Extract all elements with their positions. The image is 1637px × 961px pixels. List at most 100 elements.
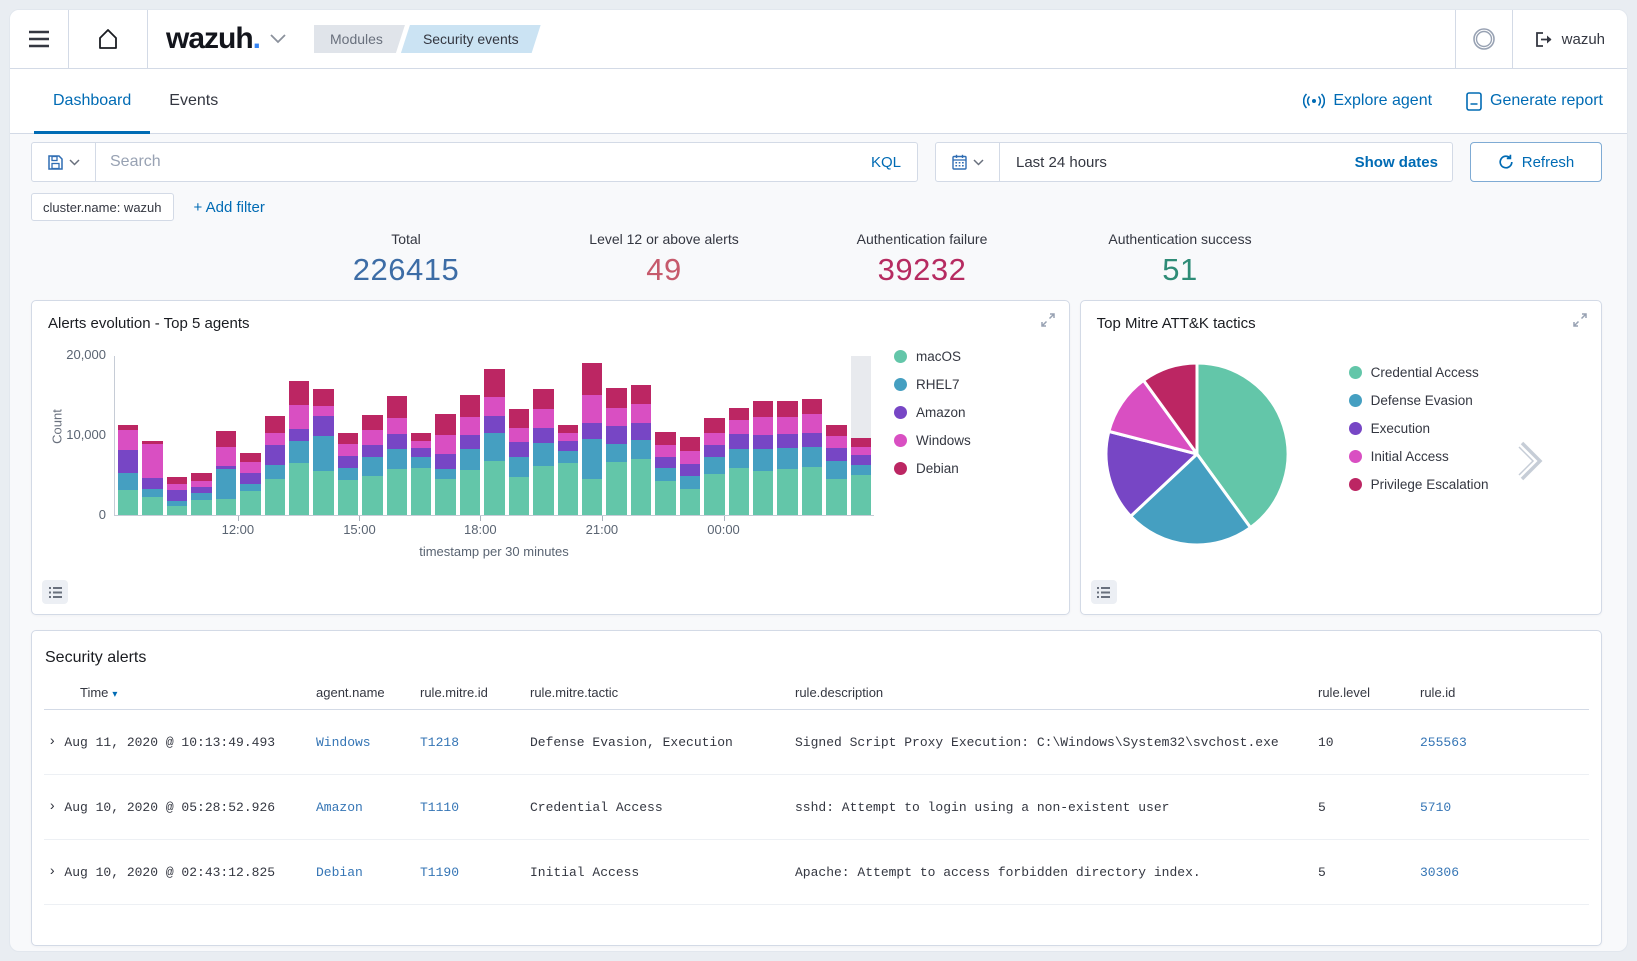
bar-segment-macOS[interactable] (631, 459, 651, 515)
bar-segment-Windows[interactable] (533, 409, 553, 428)
bar-segment-Amazon[interactable] (753, 435, 773, 449)
bar-segment-macOS[interactable] (118, 490, 138, 515)
bar-segment-Windows[interactable] (411, 441, 431, 448)
bar-segment-Windows[interactable] (460, 417, 480, 435)
tab-dashboard[interactable]: Dashboard (34, 69, 150, 133)
legend-item[interactable]: Execution (1349, 421, 1489, 436)
bar-segment-RHEL7[interactable] (460, 449, 480, 471)
bar-segment-macOS[interactable] (435, 479, 455, 515)
health-status-button[interactable] (1456, 10, 1512, 68)
stacked-bar[interactable] (509, 356, 529, 515)
bar-segment-Windows[interactable] (216, 447, 236, 466)
bar-segment-Debian[interactable] (411, 433, 431, 440)
bar-segment-Debian[interactable] (704, 418, 724, 432)
stacked-bar[interactable] (362, 356, 382, 515)
bar-segment-Windows[interactable] (313, 406, 333, 416)
bar-segment-RHEL7[interactable] (289, 441, 309, 463)
row-expand-caret[interactable]: › (48, 864, 56, 880)
bar-segment-Debian[interactable] (289, 381, 309, 404)
bar-segment-Amazon[interactable] (265, 445, 285, 464)
stacked-bar[interactable] (191, 356, 211, 515)
bar-segment-macOS[interactable] (704, 474, 724, 515)
bar-segment-Windows[interactable] (606, 408, 626, 426)
bar-segment-RHEL7[interactable] (191, 493, 211, 500)
expand-icon[interactable] (1572, 312, 1588, 328)
bar-segment-Debian[interactable] (631, 385, 651, 403)
bar-segment-Windows[interactable] (680, 451, 700, 464)
bar-segment-RHEL7[interactable] (533, 443, 553, 466)
bar-segment-RHEL7[interactable] (313, 436, 333, 471)
legend-item[interactable]: Credential Access (1349, 365, 1489, 380)
bar-segment-Amazon[interactable] (655, 457, 675, 467)
bar-segment-Amazon[interactable] (289, 429, 309, 441)
bar-segment-macOS[interactable] (289, 463, 309, 515)
bar-segment-Amazon[interactable] (142, 478, 162, 488)
legend-item[interactable]: Initial Access (1349, 449, 1489, 464)
bar-segment-Windows[interactable] (826, 436, 846, 448)
bar-segment-RHEL7[interactable] (142, 489, 162, 497)
legend-item[interactable]: Debian (894, 461, 971, 476)
bar-segment-Windows[interactable] (631, 404, 651, 423)
bar-segment-Windows[interactable] (777, 417, 797, 435)
stacked-bar[interactable] (704, 356, 724, 515)
stacked-bar[interactable] (558, 356, 578, 515)
stacked-bar[interactable] (655, 356, 675, 515)
bar-segment-RHEL7[interactable] (411, 457, 431, 468)
bar-segment-macOS[interactable] (826, 479, 846, 515)
bar-segment-macOS[interactable] (240, 491, 260, 515)
bar-segment-Amazon[interactable] (338, 456, 358, 468)
explore-agent-button[interactable]: Explore agent (1303, 92, 1432, 110)
bar-segment-Amazon[interactable] (240, 473, 260, 483)
bar-segment-Debian[interactable] (729, 408, 749, 420)
column-agent-name[interactable]: agent.name (316, 685, 420, 700)
bar-segment-RHEL7[interactable] (826, 461, 846, 479)
stacked-bar[interactable] (802, 356, 822, 515)
bar-segment-RHEL7[interactable] (680, 476, 700, 490)
stacked-bar[interactable] (680, 356, 700, 515)
bar-segment-Amazon[interactable] (631, 423, 651, 440)
bar-segment-Amazon[interactable] (362, 445, 382, 457)
legend-item[interactable]: Privilege Escalation (1349, 477, 1489, 492)
legend-item[interactable]: RHEL7 (894, 377, 971, 392)
panel-inspect-button[interactable] (1091, 580, 1117, 604)
stacked-bar[interactable] (777, 356, 797, 515)
cell-mitre-id-link[interactable]: T1110 (420, 800, 530, 815)
bar-segment-Windows[interactable] (582, 395, 602, 423)
bar-segment-macOS[interactable] (142, 497, 162, 515)
bar-segment-Amazon[interactable] (435, 454, 455, 468)
stacked-bar[interactable] (167, 356, 187, 515)
bar-segment-macOS[interactable] (729, 468, 749, 515)
bar-segment-Windows[interactable] (655, 445, 675, 458)
stacked-bar[interactable] (631, 356, 651, 515)
bar-segment-RHEL7[interactable] (338, 468, 358, 480)
column-rule-id[interactable]: rule.id (1420, 685, 1589, 700)
cell-rule-id-link[interactable]: 30306 (1420, 865, 1589, 880)
bar-segment-Amazon[interactable] (533, 428, 553, 443)
bar-segment-Amazon[interactable] (167, 490, 187, 501)
wazuh-logo[interactable]: wazuh. (148, 10, 300, 68)
pie-chart[interactable] (1102, 359, 1292, 549)
stacked-bar[interactable] (753, 356, 773, 515)
bar-segment-Windows[interactable] (338, 444, 358, 456)
bar-segment-Debian[interactable] (826, 425, 846, 435)
saved-query-button[interactable] (32, 143, 96, 181)
bar-segment-Debian[interactable] (606, 388, 626, 408)
stacked-bar[interactable] (313, 356, 333, 515)
cell-agent-name-link[interactable]: Amazon (316, 800, 420, 815)
stacked-bar[interactable] (142, 356, 162, 515)
bar-segment-Amazon[interactable] (826, 448, 846, 462)
cell-agent-name-link[interactable]: Windows (316, 735, 420, 750)
bar-segment-Debian[interactable] (362, 415, 382, 430)
stacked-bar[interactable] (533, 356, 553, 515)
bar-segment-Windows[interactable] (509, 428, 529, 442)
bar-segment-macOS[interactable] (509, 477, 529, 515)
time-range-value[interactable]: Last 24 hours (1000, 154, 1341, 171)
stacked-bar[interactable] (484, 356, 504, 515)
row-expand-caret[interactable]: › (48, 799, 56, 815)
bar-segment-Debian[interactable] (533, 389, 553, 408)
breadcrumb-modules[interactable]: Modules (314, 25, 405, 53)
bar-segment-RHEL7[interactable] (216, 469, 236, 499)
generate-report-button[interactable]: Generate report (1466, 92, 1603, 111)
stacked-bar[interactable] (411, 356, 431, 515)
add-filter-button[interactable]: + Add filter (194, 199, 265, 216)
